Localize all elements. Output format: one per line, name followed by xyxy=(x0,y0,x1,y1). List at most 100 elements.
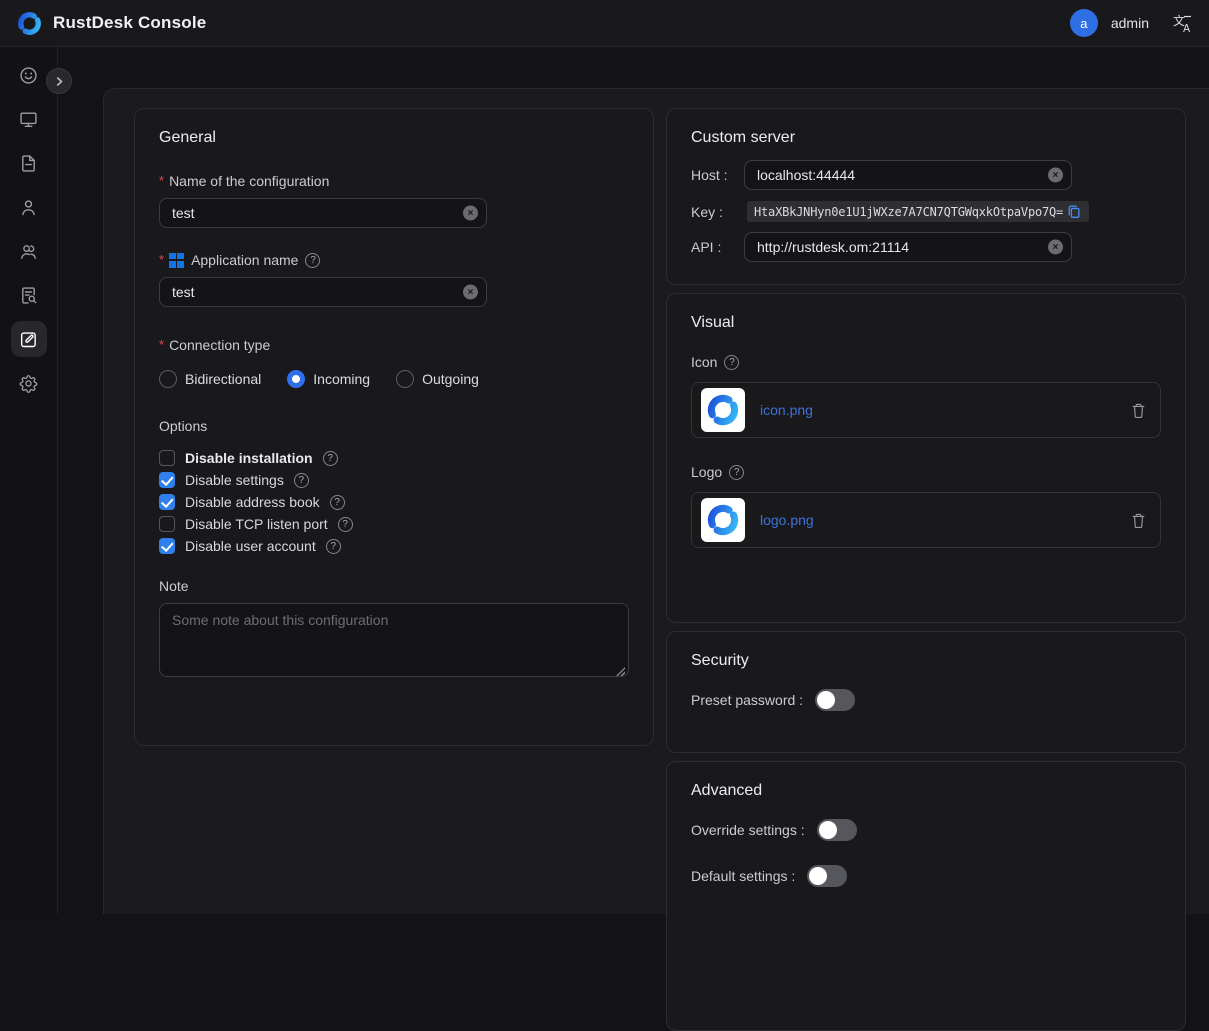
sidebar-item-dashboard[interactable] xyxy=(11,57,47,93)
advanced-title: Advanced xyxy=(691,782,1161,800)
delete-icon[interactable] xyxy=(1131,512,1146,529)
sidebar xyxy=(0,47,58,914)
default-settings-row: Default settings : xyxy=(691,865,1161,887)
copy-icon[interactable] xyxy=(1067,204,1081,219)
host-input[interactable] xyxy=(744,160,1072,190)
document-search-icon xyxy=(18,285,39,306)
document-icon xyxy=(18,153,39,174)
general-card: General * Name of the configuration * Ap… xyxy=(134,108,654,746)
sidebar-item-audit[interactable] xyxy=(11,277,47,313)
logo-preview xyxy=(701,498,745,542)
users-group-icon xyxy=(18,241,39,262)
icon-preview xyxy=(701,388,745,432)
option-disable-user-account[interactable]: Disable user account xyxy=(159,538,629,554)
note-field xyxy=(159,603,629,682)
option-disable-settings[interactable]: Disable settings xyxy=(159,472,629,488)
override-settings-toggle[interactable] xyxy=(817,819,857,841)
icon-file-link[interactable]: icon.png xyxy=(760,402,813,418)
app-name-input[interactable] xyxy=(159,277,487,307)
help-icon[interactable] xyxy=(724,355,739,370)
api-input[interactable] xyxy=(744,232,1072,262)
help-icon[interactable] xyxy=(338,517,353,532)
main-panel: General * Name of the configuration * Ap… xyxy=(103,88,1209,914)
checkbox-icon[interactable] xyxy=(159,538,175,554)
app-name-field xyxy=(159,277,487,307)
preset-password-toggle[interactable] xyxy=(815,689,855,711)
checkbox-icon[interactable] xyxy=(159,450,175,466)
logo-label: Logo xyxy=(691,464,1161,480)
brand: RustDesk Console xyxy=(16,10,206,37)
icon-label: Icon xyxy=(691,354,1161,370)
language-switch-icon[interactable]: 文 A xyxy=(1172,13,1193,34)
sidebar-item-custom-client[interactable] xyxy=(11,321,47,357)
option-disable-tcp-listen-port[interactable]: Disable TCP listen port xyxy=(159,516,629,532)
custom-server-card: Custom server Host : Key : HtaXBkJNHyn0e… xyxy=(666,108,1186,285)
required-asterisk: * xyxy=(159,176,164,186)
help-icon[interactable] xyxy=(305,253,320,268)
sidebar-expand-button[interactable] xyxy=(46,68,72,94)
required-asterisk: * xyxy=(159,255,164,265)
radio-incoming[interactable]: Incoming xyxy=(287,370,370,388)
clear-icon[interactable] xyxy=(1048,168,1063,183)
advanced-card: Advanced Override settings : Default set… xyxy=(666,761,1186,1031)
connection-type-label: * Connection type xyxy=(159,337,629,353)
windows-icon xyxy=(169,253,184,268)
security-card: Security Preset password : xyxy=(666,631,1186,753)
sidebar-item-logs[interactable] xyxy=(11,145,47,181)
checkbox-icon[interactable] xyxy=(159,494,175,510)
host-row: Host : xyxy=(691,160,1161,190)
radio-outgoing[interactable]: Outgoing xyxy=(396,370,479,388)
clear-icon[interactable] xyxy=(463,285,478,300)
clear-icon[interactable] xyxy=(1048,240,1063,255)
chevron-right-icon xyxy=(54,76,65,87)
username[interactable]: admin xyxy=(1111,15,1149,31)
host-field xyxy=(744,160,1072,190)
help-icon[interactable] xyxy=(330,495,345,510)
note-textarea[interactable] xyxy=(159,603,629,677)
clear-icon[interactable] xyxy=(463,206,478,221)
key-row: Key : HtaXBkJNHyn0e1U1jWXze7A7CN7QTGWqxk… xyxy=(691,201,1161,222)
logo-file-link[interactable]: logo.png xyxy=(760,512,814,528)
key-value-box: HtaXBkJNHyn0e1U1jWXze7A7CN7QTGWqxkOtpaVp… xyxy=(747,201,1089,222)
options-label: Options xyxy=(159,418,629,434)
note-label: Note xyxy=(159,578,629,594)
config-name-field xyxy=(159,198,487,228)
app-name-label: * Application name xyxy=(159,252,629,268)
rustdesk-logo-icon xyxy=(16,10,43,37)
sidebar-item-settings[interactable] xyxy=(11,365,47,401)
general-title: General xyxy=(159,129,629,147)
logo-upload-box: logo.png xyxy=(691,492,1161,548)
monitor-icon xyxy=(18,109,39,130)
delete-icon[interactable] xyxy=(1131,402,1146,419)
host-label: Host : xyxy=(691,167,744,183)
option-disable-installation[interactable]: Disable installation xyxy=(159,450,629,466)
key-value: HtaXBkJNHyn0e1U1jWXze7A7CN7QTGWqxkOtpaVp… xyxy=(754,205,1063,219)
radio-icon[interactable] xyxy=(159,370,177,388)
edit-icon xyxy=(18,329,39,350)
visual-title: Visual xyxy=(691,314,1161,332)
app-title: RustDesk Console xyxy=(53,13,206,33)
default-settings-toggle[interactable] xyxy=(807,865,847,887)
gear-icon xyxy=(18,373,39,394)
sidebar-item-devices[interactable] xyxy=(11,101,47,137)
sidebar-item-groups[interactable] xyxy=(11,233,47,269)
sidebar-item-users[interactable] xyxy=(11,189,47,225)
option-disable-address-book[interactable]: Disable address book xyxy=(159,494,629,510)
help-icon[interactable] xyxy=(323,451,338,466)
radio-icon[interactable] xyxy=(396,370,414,388)
config-name-input[interactable] xyxy=(159,198,487,228)
avatar[interactable]: a xyxy=(1070,9,1098,37)
preset-password-label: Preset password : xyxy=(691,692,803,708)
top-bar: RustDesk Console a admin 文 A xyxy=(0,0,1209,47)
override-settings-row: Override settings : xyxy=(691,819,1161,841)
help-icon[interactable] xyxy=(326,539,341,554)
config-name-label: * Name of the configuration xyxy=(159,173,629,189)
api-field xyxy=(744,232,1072,262)
help-icon[interactable] xyxy=(729,465,744,480)
checkbox-icon[interactable] xyxy=(159,472,175,488)
checkbox-icon[interactable] xyxy=(159,516,175,532)
help-icon[interactable] xyxy=(294,473,309,488)
radio-bidirectional[interactable]: Bidirectional xyxy=(159,370,261,388)
radio-icon[interactable] xyxy=(287,370,305,388)
required-asterisk: * xyxy=(159,340,164,350)
